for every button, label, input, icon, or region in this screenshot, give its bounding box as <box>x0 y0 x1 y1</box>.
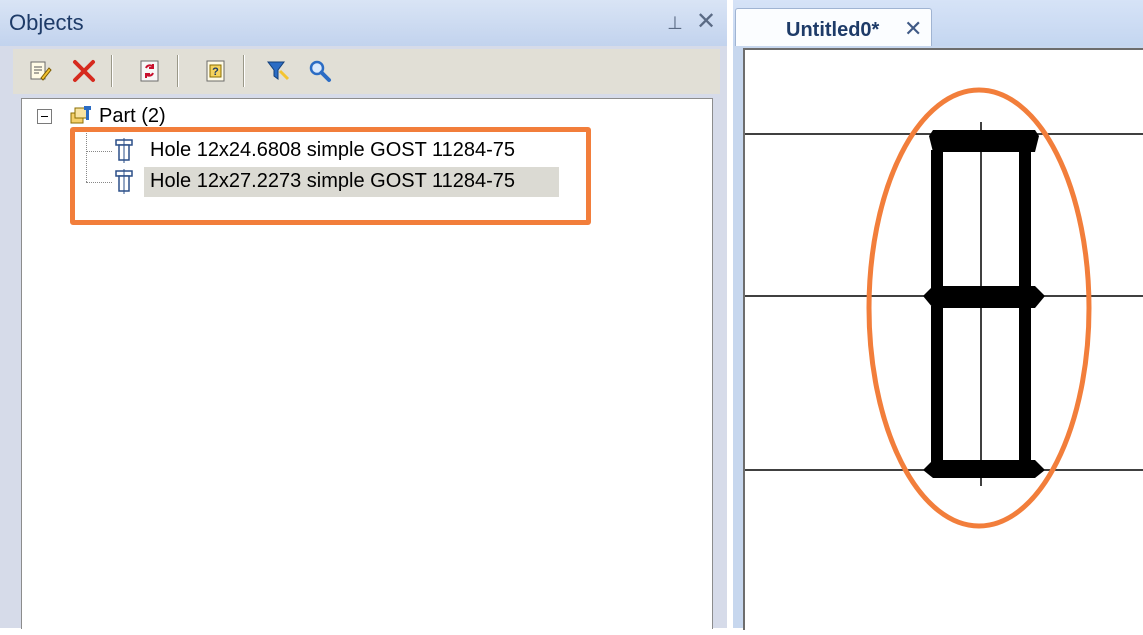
hole-counterbore-middle <box>923 286 1045 308</box>
search-button[interactable] <box>303 54 337 88</box>
question-icon: ? <box>206 60 225 82</box>
panel-title: Objects <box>9 10 84 35</box>
hole-wall-left-lower <box>931 306 943 468</box>
rebuild-button[interactable] <box>133 54 167 88</box>
hole-wall-left-upper <box>931 150 943 300</box>
close-icon[interactable]: ✕ <box>694 9 718 35</box>
edit-icon <box>30 61 52 81</box>
drawing-svg <box>745 87 1143 529</box>
part-icon <box>70 106 91 124</box>
objects-panel-titlebar: Objects ⊥ ✕ <box>0 0 727 46</box>
tab-untitled0[interactable]: Untitled0* ✕ <box>735 8 932 47</box>
hole-counterbore-bottom <box>923 460 1045 478</box>
svg-text:?: ? <box>212 66 219 78</box>
tab-label: Untitled0* <box>786 19 880 41</box>
annotation-highlight-box <box>70 127 591 225</box>
pin-icon[interactable]: ⊥ <box>666 12 684 34</box>
hole-wall-right-upper <box>1019 150 1031 300</box>
toolbar-separator <box>111 55 113 87</box>
refresh-icon <box>140 60 159 82</box>
hole-wall-right-lower <box>1019 306 1031 468</box>
filter-icon <box>267 61 290 81</box>
magnifier-icon <box>309 60 331 82</box>
delete-button[interactable] <box>67 54 101 88</box>
hole-counterbore-top <box>929 130 1039 152</box>
toolbar-separator <box>177 55 179 87</box>
delete-x-icon <box>73 60 95 82</box>
edit-properties-button[interactable] <box>23 54 57 88</box>
close-icon[interactable]: ✕ <box>904 16 922 42</box>
tree-root-label[interactable]: Part (2) <box>99 105 166 128</box>
objects-toolbar: ? <box>13 49 720 94</box>
objects-panel: Objects ⊥ ✕ ? Part (2) Hole 12x24.6808 s… <box>0 0 727 629</box>
toolbar-separator <box>243 55 245 87</box>
filter-button[interactable] <box>261 54 295 88</box>
drawing-canvas[interactable] <box>743 48 1143 630</box>
help-button[interactable]: ? <box>199 54 233 88</box>
tree-collapse-toggle[interactable] <box>37 109 52 124</box>
